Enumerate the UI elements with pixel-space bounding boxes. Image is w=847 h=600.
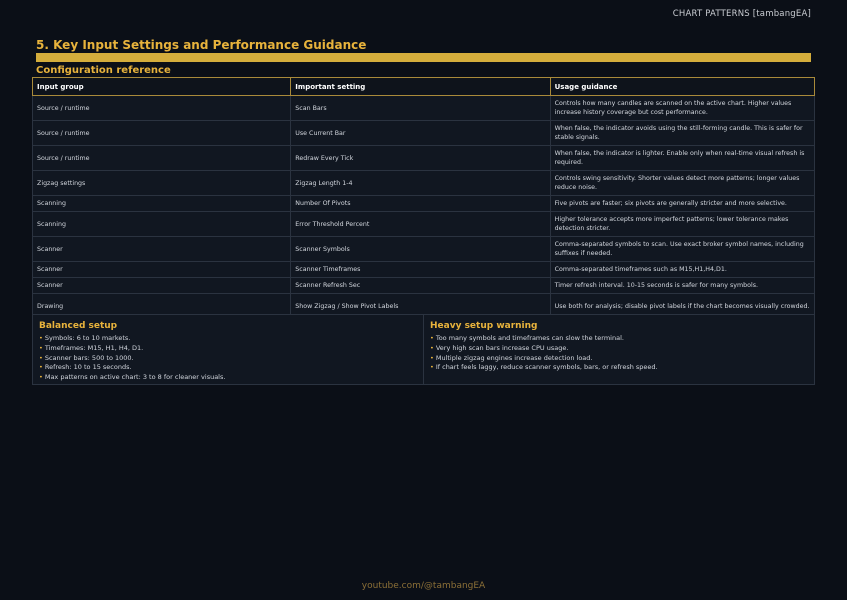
cell-input-group: Source / runtime — [31, 120, 292, 146]
table-row: Zigzag settings Zigzag Length 1-4 Contro… — [31, 170, 816, 196]
bullet-icon: • — [39, 373, 43, 382]
cell-setting: Scan Bars — [290, 95, 551, 121]
list-item: • Very high scan bars increase CPU usage. — [430, 343, 569, 352]
column-header-input-group: Input group — [31, 77, 292, 96]
bullet-icon: • — [430, 334, 434, 342]
cell-guidance: Comma-separated symbols to scan. Use exa… — [549, 236, 816, 262]
cell-input-group: Zigzag settings — [31, 170, 292, 196]
section-title: 5. Key Input Settings and Performance Gu… — [36, 38, 367, 52]
balanced-setup-panel: Balanced setup • Symbols: 6 to 10 markets… — [33, 315, 423, 384]
cell-guidance: Controls swing sensitivity. Shorter valu… — [549, 170, 816, 196]
cell-guidance: Comma-separated timeframes such as M15,H… — [549, 261, 816, 278]
table-row: Source / runtime Use Current Bar When fa… — [31, 120, 816, 146]
list-item: • Timeframes: M15, H1, H4, D1. — [39, 343, 144, 352]
cell-setting: Error Threshold Percent — [290, 211, 551, 237]
cell-input-group: Scanner — [31, 236, 292, 262]
table-row: Scanning Error Threshold Percent Higher … — [31, 211, 816, 237]
cell-input-group: Source / runtime — [31, 95, 292, 121]
cell-setting: Scanner Timeframes — [290, 261, 551, 278]
document-brand: CHART PATTERNS [tambangEA] — [672, 9, 811, 19]
list-item: • Multiple zigzag engines increase detect… — [430, 353, 593, 362]
heavy-setup-panel: Heavy setup warning • Too many symbols an… — [423, 315, 814, 384]
cell-setting: Redraw Every Tick — [290, 145, 551, 171]
table-row: Scanner Scanner Refresh Sec Timer refres… — [31, 277, 816, 294]
list-item: • Scanner bars: 500 to 1000. — [39, 353, 134, 362]
cell-guidance: Five pivots are faster; six pivots are g… — [549, 195, 816, 212]
bullet-icon: • — [39, 334, 43, 342]
cell-setting: Scanner Symbols — [290, 236, 551, 262]
section-subtitle: Configuration reference — [36, 65, 171, 76]
cell-guidance: When false, the indicator avoids using t… — [549, 120, 816, 146]
table-header-row: Input group Important setting Usage guid… — [31, 77, 816, 96]
table-row: Source / runtime Redraw Every Tick When … — [31, 145, 816, 171]
cell-input-group: Scanner — [31, 277, 292, 294]
list-item: • Too many symbols and timeframes can slo… — [430, 334, 624, 342]
cell-guidance: Higher tolerance accepts more imperfect … — [549, 211, 816, 237]
bullet-icon: • — [430, 363, 434, 372]
list-item: • Refresh: 10 to 15 seconds. — [39, 363, 132, 372]
bullet-icon: • — [39, 363, 43, 372]
cell-input-group: Scanning — [31, 195, 292, 212]
cell-setting: Number Of Pivots — [290, 195, 551, 212]
table-row: Scanner Scanner Symbols Comma-separated … — [31, 236, 816, 262]
cell-setting: Zigzag Length 1-4 — [290, 170, 551, 196]
balanced-setup-title: Balanced setup — [39, 321, 118, 331]
bullet-icon: • — [39, 343, 43, 352]
table-row: Scanning Number Of Pivots Five pivots ar… — [31, 195, 816, 212]
balanced-setup-list: • Symbols: 6 to 10 markets. • Timeframes: … — [39, 334, 417, 383]
heavy-setup-title: Heavy setup warning — [430, 321, 538, 331]
bullet-icon: • — [39, 353, 43, 362]
cell-input-group: Scanner — [31, 261, 292, 278]
cell-input-group: Scanning — [31, 211, 292, 237]
bullet-icon: • — [430, 343, 434, 352]
heavy-setup-list: • Too many symbols and timeframes can slo… — [430, 334, 808, 373]
cell-guidance: When false, the indicator is lighter. En… — [549, 145, 816, 171]
cell-guidance: Controls how many candles are scanned on… — [549, 95, 816, 121]
cell-setting: Scanner Refresh Sec — [290, 277, 551, 294]
cell-guidance: Timer refresh interval. 10-15 seconds is… — [549, 277, 816, 294]
list-item: • If chart feels laggy, reduce scanner sy… — [430, 363, 658, 372]
footer-url: youtube.com/@tambangEA — [361, 581, 486, 591]
bullet-icon: • — [430, 353, 434, 362]
cell-input-group: Source / runtime — [31, 145, 292, 171]
setup-guidance-panels: Balanced setup • Symbols: 6 to 10 markets… — [32, 314, 815, 385]
table-row: Source / runtime Scan Bars Controls how … — [31, 95, 816, 121]
column-header-important-setting: Important setting — [290, 77, 551, 96]
section-title-bar — [36, 53, 811, 62]
cell-setting: Use Current Bar — [290, 120, 551, 146]
list-item: • Symbols: 6 to 10 markets. — [39, 334, 131, 342]
list-item: • Max patterns on active chart: 3 to 8 fo… — [39, 373, 226, 382]
configuration-table: Input group Important setting Usage guid… — [31, 77, 816, 319]
column-header-usage-guidance: Usage guidance — [549, 77, 816, 96]
table-row: Scanner Scanner Timeframes Comma-separat… — [31, 261, 816, 278]
